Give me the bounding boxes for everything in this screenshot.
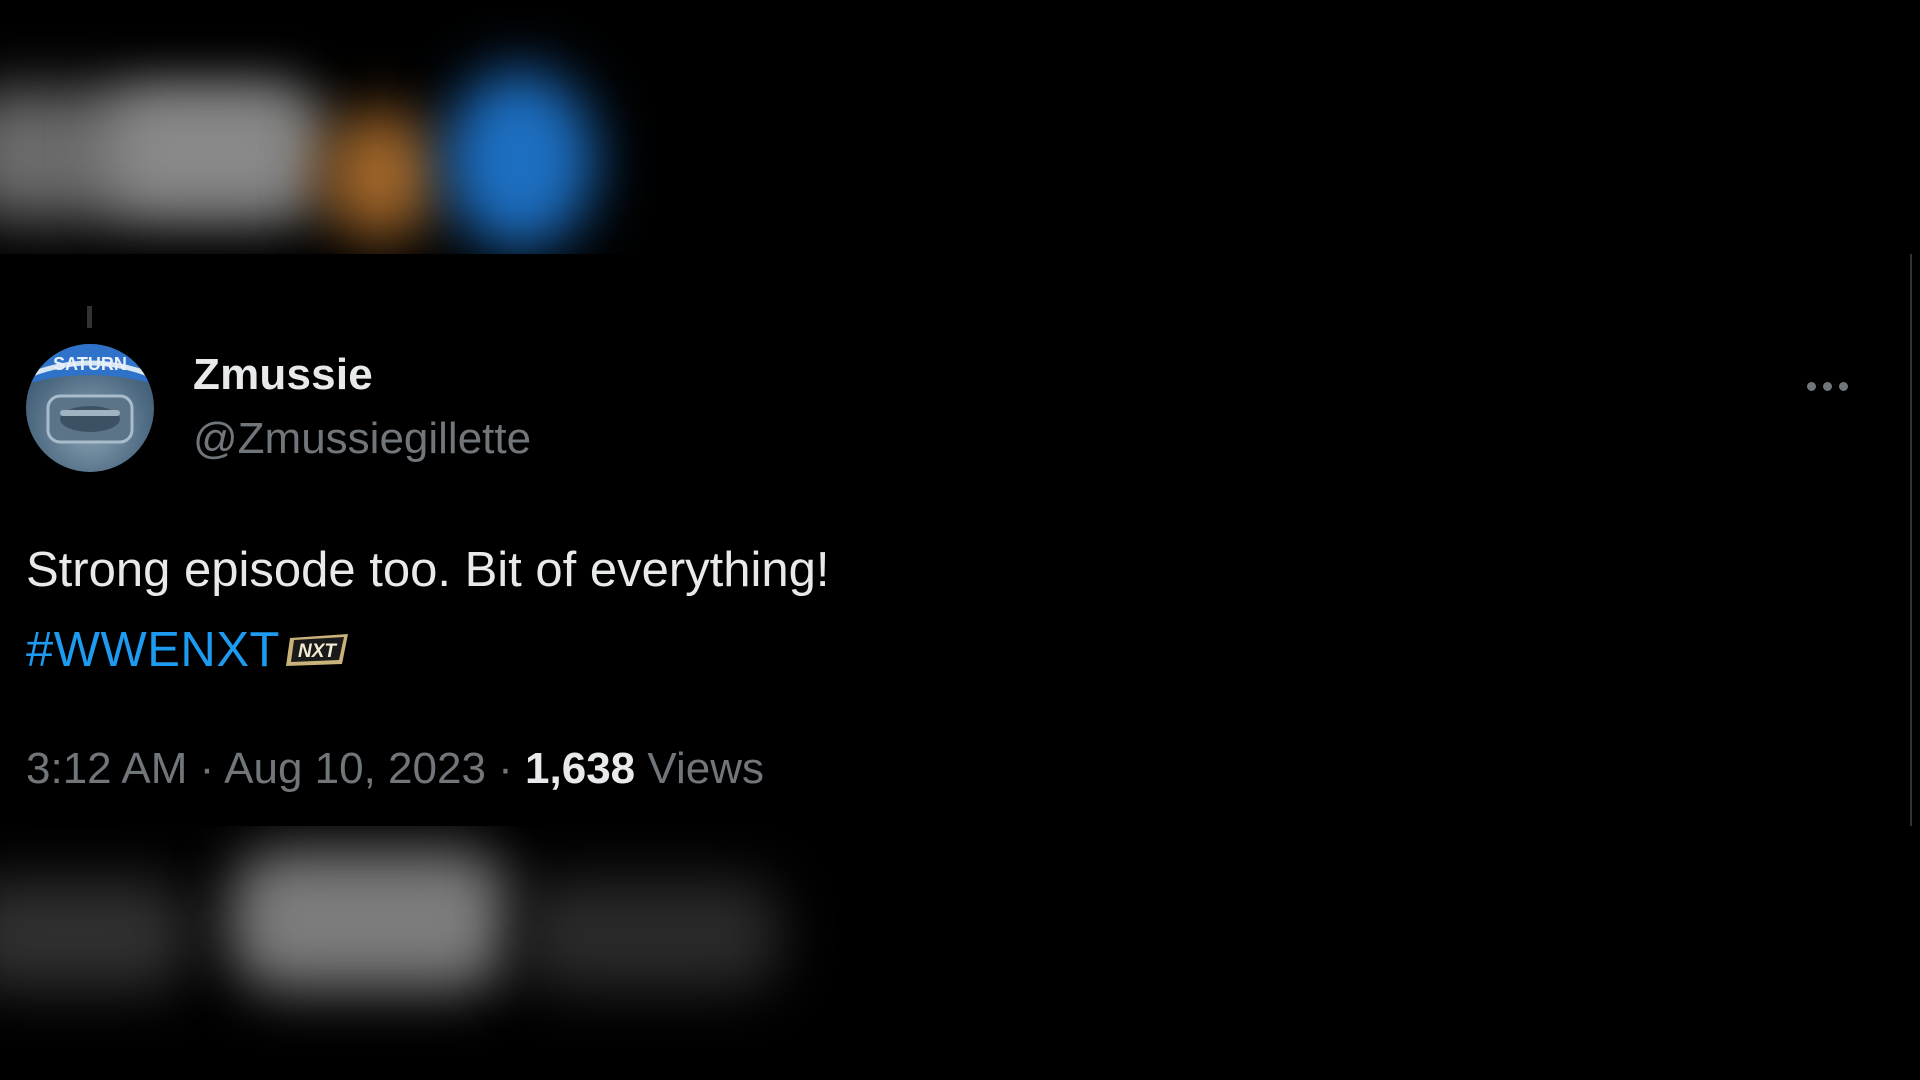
avatar-image: SATURN bbox=[26, 344, 154, 444]
more-horizontal-icon bbox=[1806, 381, 1816, 391]
nxt-hashflag-icon: NXT bbox=[285, 634, 348, 666]
hashflag-text: NXT bbox=[298, 641, 337, 662]
tweet-time[interactable]: 3:12 AM bbox=[26, 744, 187, 793]
views-count: 1,638 bbox=[525, 744, 636, 793]
hashtag-link[interactable]: #WWENXT bbox=[26, 622, 280, 678]
more-options-button[interactable] bbox=[1795, 364, 1859, 408]
blurred-background-shape bbox=[520, 880, 780, 990]
tweet-metadata: 3:12 AM · Aug 10, 2023 · 1,638 Views bbox=[26, 744, 764, 794]
views-label: Views bbox=[647, 744, 764, 793]
tweet-date[interactable]: Aug 10, 2023 bbox=[224, 744, 486, 793]
more-horizontal-icon bbox=[1838, 381, 1848, 391]
separator-dot: · bbox=[199, 744, 215, 793]
blurred-background-shape bbox=[230, 850, 510, 990]
tweet-text: Strong episode too. Bit of everything! bbox=[26, 543, 830, 597]
thread-connector-line bbox=[87, 306, 92, 328]
hashtag-row: #WWENXT NXT bbox=[26, 620, 350, 680]
tweet-card[interactable]: SATURN Zmussie @Zmussiegillette Strong e… bbox=[0, 254, 1912, 826]
blurred-background-shape bbox=[110, 95, 310, 205]
display-name[interactable]: Zmussie bbox=[193, 350, 373, 400]
avatar[interactable]: SATURN bbox=[26, 344, 154, 472]
screenshot-stage: SATURN Zmussie @Zmussiegillette Strong e… bbox=[0, 0, 1920, 1080]
avatar-logo-text: SATURN bbox=[53, 354, 127, 374]
user-handle[interactable]: @Zmussiegillette bbox=[193, 414, 531, 464]
separator-dot: · bbox=[498, 744, 513, 793]
blurred-background-shape bbox=[320, 110, 440, 240]
more-horizontal-icon bbox=[1822, 381, 1832, 391]
blurred-background-shape bbox=[0, 880, 190, 990]
blurred-background-shape bbox=[445, 70, 595, 250]
